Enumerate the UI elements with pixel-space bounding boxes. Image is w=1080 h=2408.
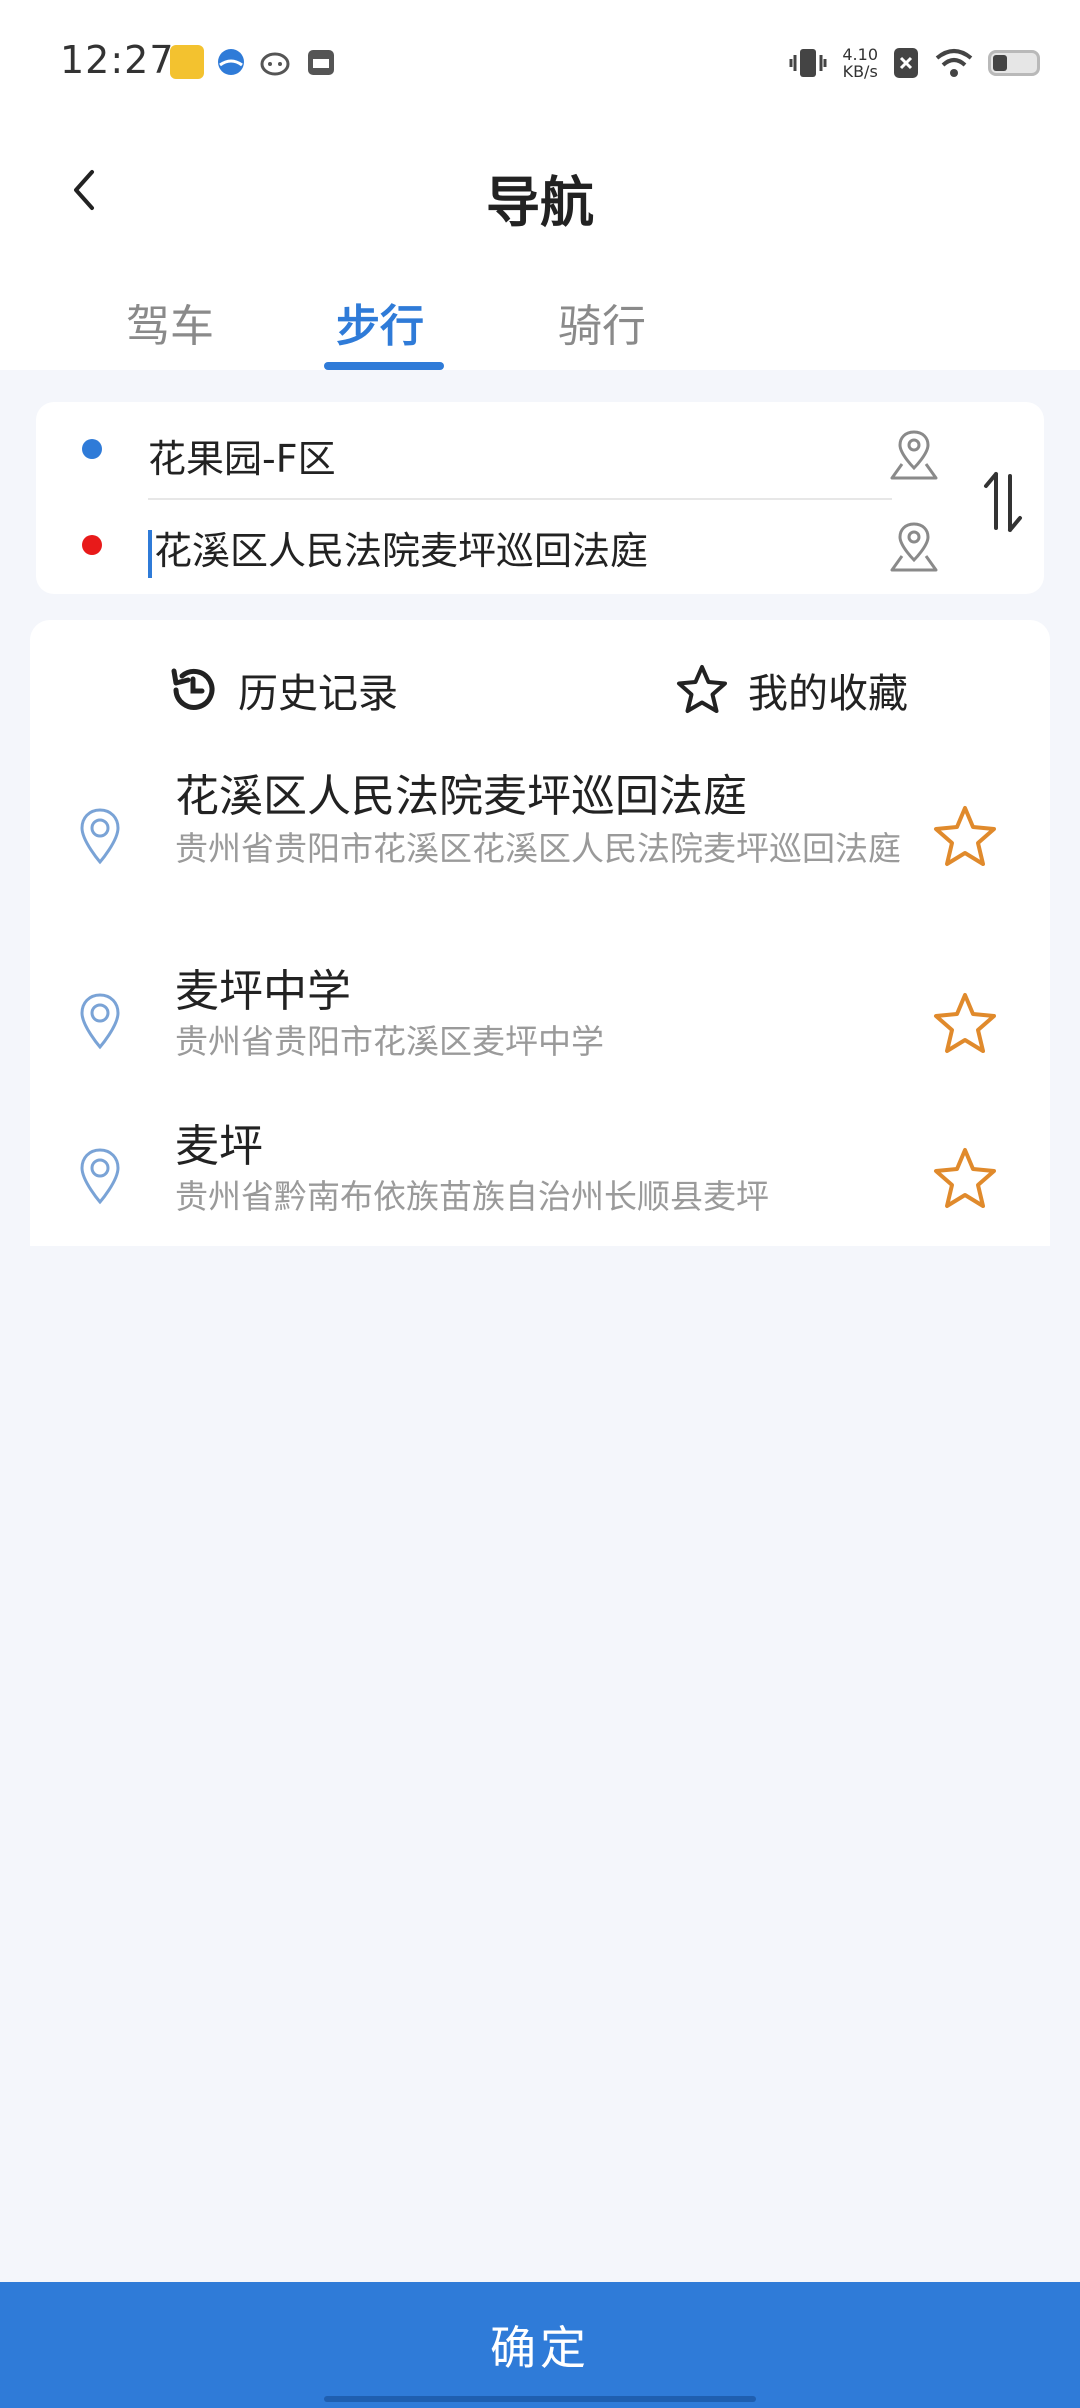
home-indicator bbox=[324, 2396, 756, 2402]
cat-app-icon bbox=[260, 52, 290, 76]
history-label: 历史记录 bbox=[238, 671, 398, 717]
tab-drive[interactable]: 驾车 bbox=[126, 290, 214, 354]
history-item[interactable]: 花溪区人民法院麦坪巡回法庭 贵州省贵阳市花溪区花溪区人民法院麦坪巡回法庭 bbox=[30, 760, 1050, 940]
destination-input[interactable]: 花溪区人民法院麦坪巡回法庭 bbox=[148, 520, 648, 578]
text-cursor bbox=[148, 529, 152, 578]
globe-icon bbox=[218, 49, 244, 75]
tab-walk[interactable]: 步行 bbox=[336, 290, 424, 354]
destination-map-pick-icon[interactable] bbox=[886, 516, 942, 576]
vibrate-icon bbox=[789, 49, 827, 77]
page-title: 导航 bbox=[486, 171, 594, 234]
confirm-button[interactable]: 确定 bbox=[0, 2282, 1080, 2408]
origin-dot bbox=[82, 439, 102, 459]
route-divider bbox=[148, 498, 892, 500]
route-card: 花果园-F区 花溪区人民法院麦坪巡回法庭 bbox=[36, 402, 1044, 594]
history-item-address: 贵州省贵阳市花溪区花溪区人民法院麦坪巡回法庭 bbox=[175, 829, 901, 868]
history-item-title: 花溪区人民法院麦坪巡回法庭 bbox=[175, 771, 747, 822]
status-bar: 12:27 4.10 KB/s bbox=[0, 0, 1080, 130]
favorite-star-icon[interactable] bbox=[930, 802, 1000, 872]
confirm-button-label: 确定 bbox=[490, 2321, 590, 2375]
star-outline-icon bbox=[677, 665, 727, 713]
favorites-button[interactable]: 我的收藏 bbox=[674, 650, 908, 730]
history-clock-icon bbox=[171, 668, 215, 710]
location-pin-icon bbox=[80, 808, 120, 865]
origin-map-pick-icon[interactable] bbox=[886, 424, 942, 484]
history-button[interactable]: 历史记录 bbox=[166, 650, 398, 730]
origin-text: 花果园-F区 bbox=[148, 437, 336, 481]
origin-input[interactable]: 花果园-F区 bbox=[148, 428, 336, 483]
destination-dot bbox=[82, 535, 102, 555]
mail-app-icon bbox=[308, 50, 334, 75]
history-panel: 历史记录 我的收藏 花溪区人民法院麦坪巡回法庭 贵州省贵阳市花溪区花溪区人民法院… bbox=[30, 620, 1050, 1246]
history-item-title: 麦坪 bbox=[175, 1121, 263, 1172]
history-item-title: 麦坪中学 bbox=[175, 966, 351, 1017]
destination-text: 花溪区人民法院麦坪巡回法庭 bbox=[154, 529, 649, 573]
swap-route-icon[interactable] bbox=[976, 466, 1030, 538]
network-speed-unit: KB/s bbox=[842, 62, 878, 81]
status-right-icons: 4.10 KB/s bbox=[788, 40, 1040, 86]
location-pin-icon bbox=[80, 1148, 120, 1205]
battery-icon bbox=[988, 50, 1040, 76]
network-speed: 4.10 KB/s bbox=[842, 46, 878, 80]
status-time: 12:27 bbox=[60, 38, 175, 82]
location-pin-icon bbox=[80, 993, 120, 1050]
history-item[interactable]: 麦坪 贵州省黔南布依族苗族自治州长顺县麦坪 bbox=[30, 1110, 1050, 1246]
history-item-address: 贵州省黔南布依族苗族自治州长顺县麦坪 bbox=[175, 1177, 769, 1216]
history-item-address: 贵州省贵阳市花溪区麦坪中学 bbox=[175, 1022, 604, 1061]
tab-indicator bbox=[324, 362, 444, 370]
wifi-icon bbox=[935, 49, 973, 77]
sim-off-icon bbox=[894, 48, 918, 78]
app-notification-icon bbox=[170, 45, 204, 79]
favorites-label: 我的收藏 bbox=[748, 671, 908, 717]
favorite-star-icon[interactable] bbox=[930, 1144, 1000, 1214]
history-item[interactable]: 麦坪中学 贵州省贵阳市花溪区麦坪中学 bbox=[30, 955, 1050, 1095]
tab-ride[interactable]: 骑行 bbox=[558, 290, 646, 354]
network-speed-value: 4.10 bbox=[842, 45, 878, 64]
favorite-star-icon[interactable] bbox=[930, 989, 1000, 1059]
